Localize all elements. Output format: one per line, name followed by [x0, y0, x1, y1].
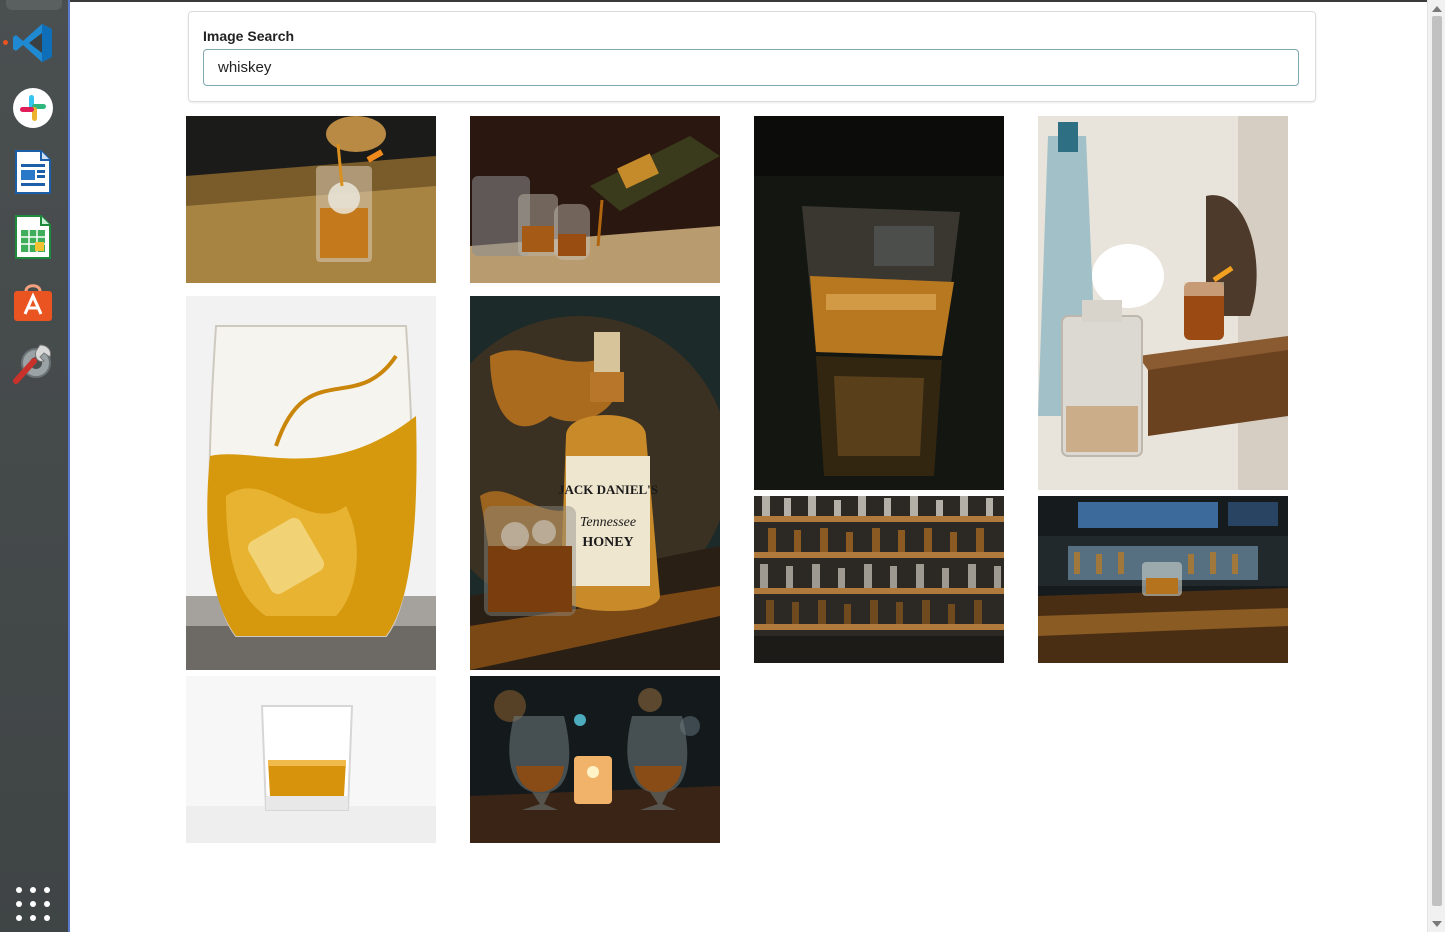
result-image-9[interactable] [186, 676, 436, 843]
whiskey-splash-glass-photo [186, 296, 436, 670]
image-search-input[interactable] [203, 49, 1299, 86]
vscode-launcher[interactable] [3, 19, 57, 67]
bar-counter-glass-photo [1038, 496, 1288, 663]
result-image-5[interactable] [186, 296, 436, 670]
software-center-icon [14, 284, 52, 321]
slack-icon [13, 88, 53, 128]
bottle-line2-text: HONEY [582, 535, 633, 550]
result-image-4[interactable] [1038, 116, 1288, 490]
result-image-3[interactable] [754, 116, 1004, 490]
image-search-label: Image Search [203, 28, 295, 44]
whiskey-poured-over-ice-photo [186, 116, 436, 283]
libreoffice-writer-icon [15, 150, 51, 194]
glencairn-glasses-candle-photo [470, 676, 720, 843]
browser-content: Image Search whiskey JACK DANIEL'S Tenne… [68, 0, 1429, 932]
result-image-1[interactable] [186, 116, 436, 283]
settings-tools-icon [13, 344, 51, 384]
result-image-7[interactable] [754, 496, 1004, 663]
scrollbar-thumb[interactable] [1432, 16, 1442, 906]
bottle-line1-text: Tennessee [580, 515, 636, 530]
result-image-10[interactable] [470, 676, 720, 843]
whiskey-glass-white-photo [186, 676, 436, 843]
software-launcher[interactable] [9, 277, 57, 325]
image-search-card: Image Search [188, 11, 1316, 102]
slack-launcher[interactable] [9, 84, 57, 132]
result-image-2[interactable] [470, 116, 720, 283]
bottle-brand-text: JACK DANIEL'S [558, 482, 658, 497]
bar-shelves-bottles-photo [754, 496, 1004, 663]
dock-partial-item[interactable] [6, 0, 62, 10]
show-applications-icon[interactable] [15, 886, 51, 922]
whiskey-pouring-into-glasses-photo [470, 116, 720, 283]
result-image-6[interactable]: JACK DANIEL'S Tennessee HONEY [470, 296, 720, 670]
tools-launcher[interactable] [9, 340, 57, 388]
running-indicator [3, 40, 8, 45]
application-dock [0, 0, 69, 932]
vscode-icon [13, 24, 52, 62]
window-top-border [70, 0, 1429, 2]
writer-launcher[interactable] [9, 148, 57, 196]
libreoffice-calc-icon [15, 215, 51, 259]
calc-launcher[interactable] [9, 213, 57, 261]
scroll-down-arrow-icon[interactable] [1432, 921, 1442, 927]
scroll-up-arrow-icon[interactable] [1432, 6, 1442, 12]
page-scrollbar[interactable] [1427, 0, 1445, 932]
whiskey-tumbler-dark-photo [754, 116, 1004, 490]
result-image-8[interactable] [1038, 496, 1288, 663]
tennessee-honey-bottle-photo: JACK DANIEL'S Tennessee HONEY [470, 296, 720, 670]
decanter-and-cocktail-photo [1038, 116, 1288, 490]
